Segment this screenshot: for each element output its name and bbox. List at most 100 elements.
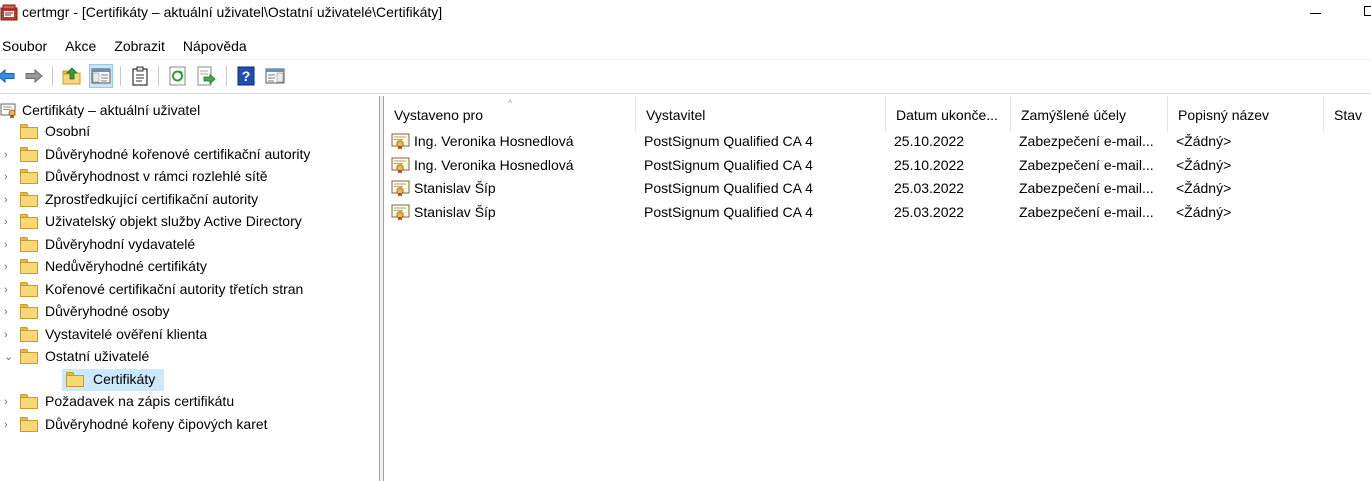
chevron-right-icon[interactable]: › xyxy=(4,194,16,206)
table-cell: Ing. Veronika Hosnedlová xyxy=(414,133,574,149)
table-row[interactable]: Stanislav Šíp PostSignum Qualified CA 4 25… xyxy=(384,176,1371,200)
folder-icon xyxy=(20,146,38,162)
column-label: Popisný název xyxy=(1178,107,1270,123)
folder-up-icon xyxy=(62,67,81,85)
refresh-icon xyxy=(169,66,186,86)
column-header-intended-purposes[interactable]: Zamýšlené účely xyxy=(1011,96,1168,132)
table-row[interactable]: Ing. Veronika Hosnedlová PostSignum Quali… xyxy=(384,129,1371,153)
column-header-friendly-name[interactable]: Popisný název xyxy=(1168,96,1324,132)
arrow-right-icon xyxy=(25,68,43,84)
folder-icon xyxy=(20,349,38,364)
folder-icon xyxy=(20,326,38,342)
toolbar-separator xyxy=(52,66,53,86)
column-header-expiration-date[interactable]: Datum ukonče... xyxy=(886,96,1011,132)
chevron-right-icon[interactable]: › xyxy=(4,306,16,318)
tree-item[interactable]: › Důvěryhodnost v rámci rozlehlé sítě xyxy=(0,166,379,188)
refresh-button[interactable] xyxy=(166,64,190,88)
tree-item[interactable]: › Požadavek na zápis certifikátu xyxy=(0,391,379,413)
certificate-list[interactable]: ^ Vystaveno pro Vystavitel Datum ukonče.… xyxy=(384,96,1371,481)
export-list-button[interactable] xyxy=(194,64,218,88)
folder-icon xyxy=(20,416,38,432)
chevron-right-icon[interactable]: › xyxy=(4,329,16,341)
column-header-issued-to[interactable]: ^ Vystaveno pro xyxy=(384,96,636,132)
column-label: Vystavitel xyxy=(646,107,706,123)
chevron-right-icon[interactable]: › xyxy=(4,216,16,228)
title-bar: certmgr - [Certifikáty – aktuální uživat… xyxy=(0,0,1371,28)
maximize-button[interactable] xyxy=(1364,6,1371,16)
certificate-icon xyxy=(391,180,411,197)
clipboard-icon xyxy=(132,66,148,86)
table-cell: <Žádný> xyxy=(1176,204,1232,221)
column-header-issued-by[interactable]: Vystavitel xyxy=(636,96,886,132)
certificate-icon xyxy=(391,157,411,174)
chevron-right-icon[interactable] xyxy=(4,126,16,138)
chevron-right-icon[interactable]: › xyxy=(4,171,16,183)
tree-item[interactable]: › Důvěryhodné kořeny čipových karet xyxy=(0,414,379,436)
menu-napoveda[interactable]: Nápověda xyxy=(174,34,256,58)
tree-item-label: Certifikáty xyxy=(93,370,156,387)
column-label: Zamýšlené účely xyxy=(1021,107,1127,123)
table-row[interactable]: Ing. Veronika Hosnedlová PostSignum Quali… xyxy=(384,153,1371,177)
tree-item[interactable]: › Důvěryhodní vydavatelé xyxy=(0,234,379,256)
tree-item-label: Kořenové certifikační autority třetích s… xyxy=(45,280,304,297)
tree-item[interactable]: ⌄ Ostatní uživatelé xyxy=(0,346,379,368)
chevron-right-icon[interactable]: › xyxy=(4,419,16,431)
tree-item[interactable]: Certifikáty xyxy=(62,368,164,391)
chevron-right-icon[interactable]: › xyxy=(4,396,16,408)
tree-item[interactable]: › Důvěryhodné kořenové certifikační autor… xyxy=(0,144,379,166)
menu-bar: Soubor Akce Zobrazit Nápověda xyxy=(0,34,256,58)
properties-view-button[interactable] xyxy=(263,64,287,88)
chevron-right-icon[interactable]: › xyxy=(4,261,16,273)
export-icon xyxy=(197,66,216,86)
folder-icon xyxy=(20,236,38,252)
table-cell: PostSignum Qualified CA 4 xyxy=(644,156,813,173)
chevron-right-icon[interactable]: › xyxy=(4,284,16,296)
table-cell: PostSignum Qualified CA 4 xyxy=(644,180,813,197)
tree-item-label: Důvěryhodní vydavatelé xyxy=(45,235,196,252)
tree-item-label: Nedůvěryhodné certifikáty xyxy=(45,258,207,274)
table-cell xyxy=(1332,153,1371,177)
tree-item[interactable]: Osobní xyxy=(0,121,379,143)
tree-root-label: Certifikáty – aktuální uživatel xyxy=(22,102,201,118)
tree-item-label: Požadavek na zápis certifikátu xyxy=(45,393,235,409)
help-button[interactable]: ? xyxy=(234,64,258,88)
column-label: Stav xyxy=(1334,107,1363,123)
back-button[interactable] xyxy=(0,64,18,88)
table-cell: 25.10.2022 xyxy=(894,156,965,173)
menu-akce[interactable]: Akce xyxy=(56,34,105,58)
console-tree[interactable]: Certifikáty – aktuální uživatel Osobní › D… xyxy=(0,96,379,481)
menu-soubor[interactable]: Soubor xyxy=(0,34,56,58)
column-header-status[interactable]: Stav xyxy=(1324,96,1371,132)
table-cell: Zabezpečení e-mail... xyxy=(1019,204,1154,221)
tree-item-label: Zprostředkující certifikační autority xyxy=(45,190,259,207)
tree-item[interactable]: › Důvěryhodné osoby xyxy=(0,301,379,323)
toolbar-separator xyxy=(226,66,227,86)
menu-zobrazit[interactable]: Zobrazit xyxy=(105,34,174,58)
table-cell: <Žádný> xyxy=(1176,133,1232,149)
tree-item[interactable]: › Kořenové certifikační autority třetích … xyxy=(0,279,379,301)
chevron-right-icon[interactable]: › xyxy=(4,239,16,251)
table-cell xyxy=(1332,176,1371,200)
folder-icon xyxy=(20,281,38,297)
folder-icon xyxy=(20,191,38,207)
help-icon: ? xyxy=(237,66,255,86)
chevron-right-icon[interactable]: › xyxy=(4,149,16,161)
up-one-level-button[interactable] xyxy=(60,64,84,88)
minimize-button[interactable] xyxy=(1306,4,1326,22)
forward-button[interactable] xyxy=(22,64,46,88)
tree-item[interactable]: › Vystavitelé ověření klienta xyxy=(0,324,379,346)
tree-root[interactable]: Certifikáty – aktuální uživatel xyxy=(0,99,200,121)
tree-item[interactable]: › Nedůvěryhodné certifikáty xyxy=(0,256,379,278)
column-label: Datum ukonče... xyxy=(896,107,998,123)
console-tree-icon xyxy=(91,68,111,84)
show-hide-console-tree-button[interactable] xyxy=(89,64,113,88)
table-row[interactable]: Stanislav Šíp PostSignum Qualified CA 4 25… xyxy=(384,200,1371,224)
chevron-down-icon[interactable]: ⌄ xyxy=(4,351,16,363)
tree-item-label: Důvěryhodné osoby xyxy=(45,303,170,319)
table-cell: Zabezpečení e-mail... xyxy=(1019,180,1154,197)
folder-icon xyxy=(66,371,84,387)
tree-item[interactable]: › Uživatelský objekt služby Active Direct… xyxy=(0,211,379,233)
certmgr-app-icon[interactable] xyxy=(0,3,18,21)
clipboard-button[interactable] xyxy=(128,64,152,88)
tree-item[interactable]: › Zprostředkující certifikační autority xyxy=(0,189,379,211)
